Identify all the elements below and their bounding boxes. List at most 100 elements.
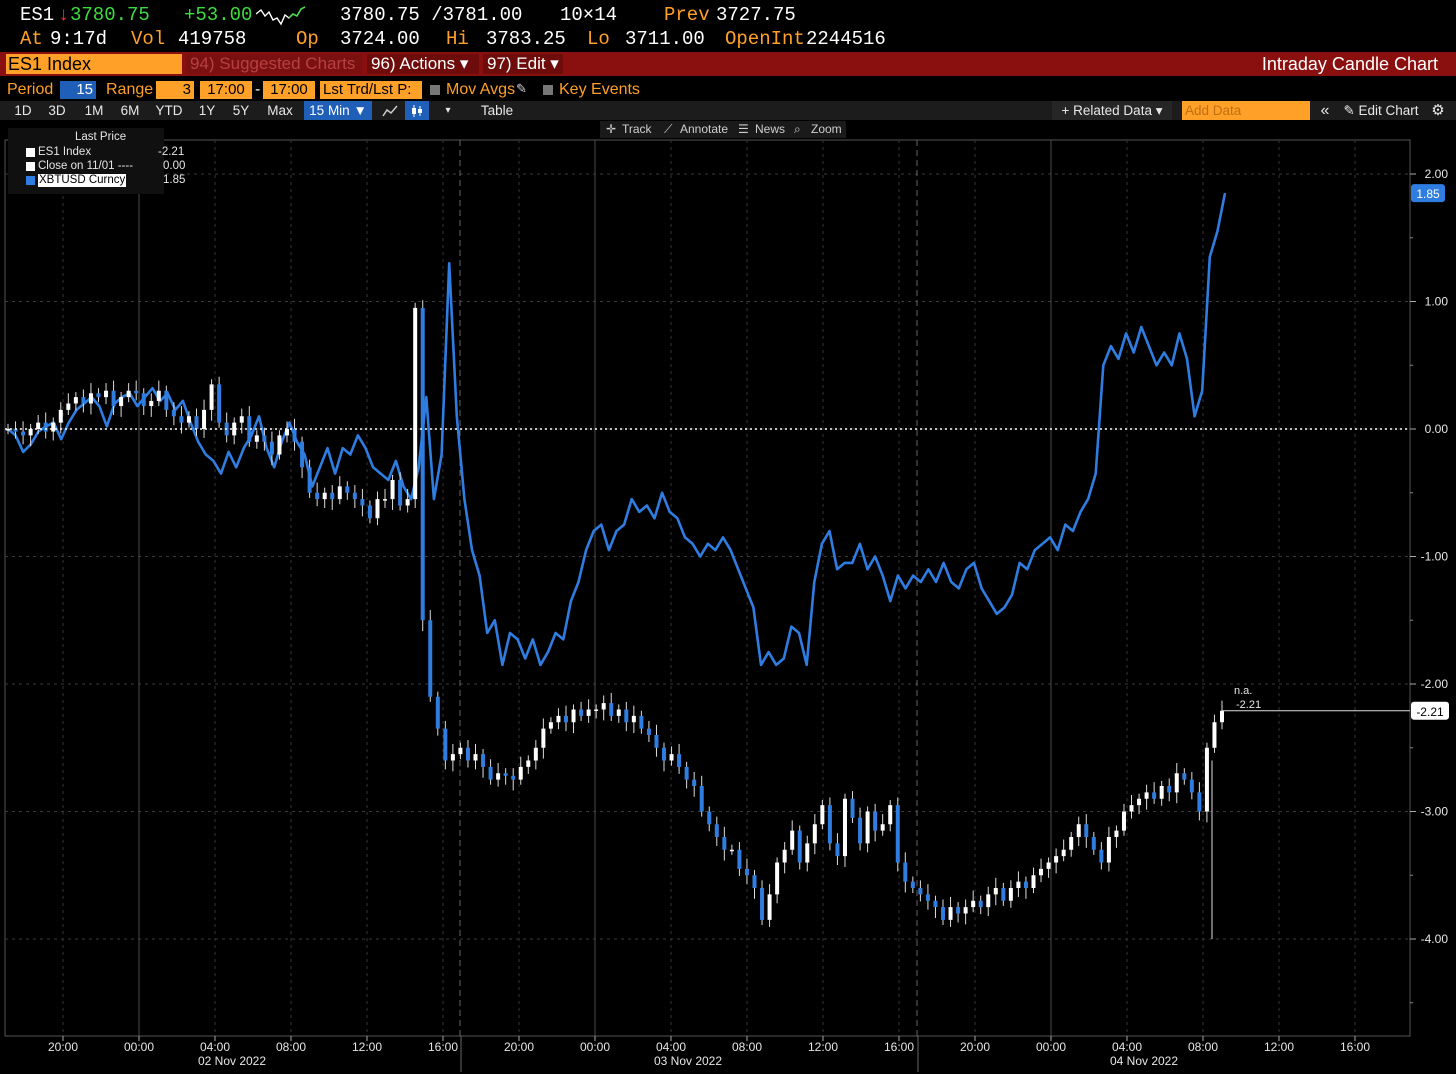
candle-body bbox=[141, 393, 146, 407]
candle-body bbox=[1114, 830, 1119, 837]
candle-body bbox=[956, 907, 961, 914]
x-tick-label: 16:00 bbox=[1340, 1040, 1370, 1054]
legend-value-es1: -2.21 bbox=[158, 146, 185, 158]
candle-body bbox=[186, 416, 191, 423]
candle-body bbox=[202, 409, 207, 429]
legend-value-close: 0.00 bbox=[163, 160, 186, 172]
candle-body bbox=[805, 843, 810, 863]
candle-body bbox=[918, 888, 923, 895]
candle-body bbox=[790, 830, 795, 850]
x-tick-label: 08:00 bbox=[276, 1040, 306, 1054]
legend: Last Price ES1 Index -2.21 Close on 11/0… bbox=[8, 128, 185, 194]
x-tick-label: 00:00 bbox=[1036, 1040, 1066, 1054]
candle-body bbox=[910, 881, 915, 888]
candle-body bbox=[1159, 786, 1164, 799]
chart-area[interactable]: 2.00 1.00 0.00 -1.00 -2.00 -3.00 -4.00 20:00 00… bbox=[0, 0, 1456, 1074]
candle-body bbox=[111, 390, 116, 407]
candle-body bbox=[1091, 837, 1096, 850]
candle-body bbox=[1106, 837, 1111, 863]
candle-body bbox=[443, 728, 448, 761]
candle-body bbox=[993, 888, 998, 895]
candle-body bbox=[239, 416, 244, 423]
x-tick-label: 12:00 bbox=[808, 1040, 838, 1054]
candle-body bbox=[43, 422, 48, 432]
candle-body bbox=[1182, 773, 1187, 780]
candle-body bbox=[880, 824, 885, 831]
candle-body bbox=[292, 429, 297, 442]
candle-body bbox=[978, 900, 983, 908]
candle-body bbox=[526, 760, 531, 767]
y-tick-label: 1.00 bbox=[1425, 295, 1449, 309]
candle-body bbox=[797, 830, 802, 863]
candle-body bbox=[367, 505, 372, 519]
candle-body bbox=[149, 400, 154, 407]
candle-body bbox=[1061, 849, 1066, 857]
legend-header: Last Price bbox=[75, 131, 127, 143]
candle-body bbox=[895, 805, 900, 863]
candle-body bbox=[714, 824, 719, 837]
candle-body bbox=[563, 715, 568, 723]
x-tick-label: 00:00 bbox=[124, 1040, 154, 1054]
legend-item-es1[interactable]: ES1 Index bbox=[38, 146, 91, 159]
na-label: n.a. bbox=[1234, 685, 1252, 697]
candle-body bbox=[986, 894, 991, 908]
candle-body bbox=[322, 492, 327, 500]
candle-body bbox=[405, 499, 410, 506]
candle-body bbox=[752, 875, 757, 888]
candle-body bbox=[1167, 786, 1172, 793]
x-tick-label: 00:00 bbox=[580, 1040, 610, 1054]
candle-body bbox=[435, 696, 440, 729]
candle-body bbox=[81, 397, 86, 404]
x-tick-label: 16:00 bbox=[884, 1040, 914, 1054]
candle-body bbox=[850, 798, 855, 818]
x-tick-label: 08:00 bbox=[732, 1040, 762, 1054]
candle-body bbox=[842, 798, 847, 857]
x-tick-label: 12:00 bbox=[352, 1040, 382, 1054]
candle-body bbox=[888, 805, 893, 825]
candle-body bbox=[865, 811, 870, 844]
y-axis: 2.00 1.00 0.00 -1.00 -2.00 -3.00 -4.00 bbox=[1410, 167, 1449, 1004]
candle-body bbox=[533, 747, 538, 761]
candle-body bbox=[1189, 779, 1194, 793]
candle-body bbox=[360, 499, 365, 506]
candle-body bbox=[1069, 837, 1074, 850]
candle-body bbox=[1220, 710, 1224, 723]
legend-item-close[interactable]: Close on 11/01 ---- bbox=[38, 160, 133, 173]
legend-item-xbt[interactable]: XBTUSD Curncy bbox=[38, 174, 127, 187]
candle-body bbox=[465, 747, 470, 761]
candle-body bbox=[541, 728, 546, 748]
candle-body bbox=[782, 849, 787, 863]
candle-body bbox=[254, 435, 259, 442]
candle-body bbox=[481, 754, 486, 767]
legend-value-xbt: 1.85 bbox=[163, 174, 186, 186]
last-value-label: -2.21 bbox=[1236, 699, 1261, 711]
es1-badge-label: -2.21 bbox=[1416, 705, 1444, 719]
candle-body bbox=[277, 435, 282, 455]
candle-body bbox=[1121, 811, 1126, 831]
candle-body bbox=[971, 900, 976, 908]
plot-frame bbox=[4, 139, 1411, 1037]
x-axis: 20:00 00:00 04:00 08:00 12:00 16:00 20:00 00:00… bbox=[48, 1036, 1370, 1072]
candle-body bbox=[164, 390, 169, 410]
candle-body bbox=[948, 907, 953, 920]
candle-body bbox=[300, 441, 305, 468]
candle-body bbox=[654, 735, 659, 748]
legend-swatch-xbt bbox=[26, 176, 35, 185]
candle-body bbox=[58, 409, 63, 423]
candle-body bbox=[284, 429, 289, 436]
candle-body bbox=[594, 709, 599, 711]
candle-body bbox=[601, 703, 606, 710]
candle-body bbox=[458, 747, 463, 755]
candle-body bbox=[413, 307, 418, 500]
candle-body bbox=[1016, 881, 1021, 888]
x-tick-label: 16:00 bbox=[428, 1040, 458, 1054]
candle-body bbox=[760, 888, 765, 920]
candle-body bbox=[73, 397, 78, 404]
candle-body bbox=[963, 907, 968, 914]
candle-body bbox=[217, 384, 222, 423]
candle-body bbox=[571, 709, 576, 723]
candle-body bbox=[28, 429, 33, 436]
x-tick-label: 12:00 bbox=[1264, 1040, 1294, 1054]
grid bbox=[4, 139, 1411, 1037]
candle-body bbox=[66, 403, 71, 410]
